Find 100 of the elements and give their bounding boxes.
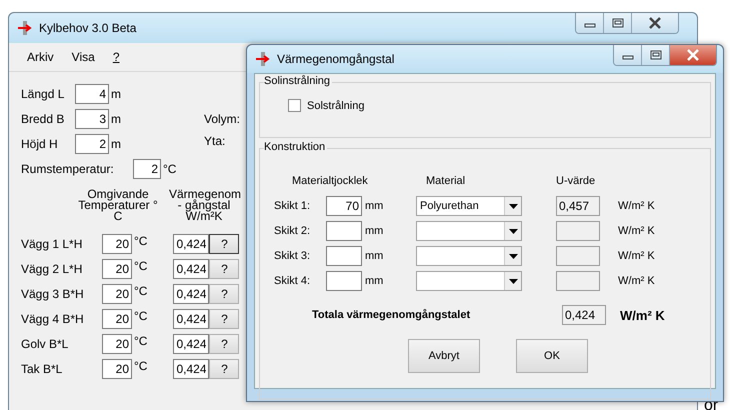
input-field[interactable]: 0,424: [173, 334, 210, 354]
output-field[interactable]: 0,457: [556, 196, 600, 216]
unit-label: °C: [134, 284, 148, 298]
checkbox-label: Solstrålning: [307, 100, 364, 112]
input-field[interactable]: 0,424: [173, 284, 210, 304]
field-label: Bredd B: [21, 112, 66, 126]
layer-label: Skikt 3:: [274, 250, 312, 262]
input-field[interactable]: 3: [75, 109, 109, 129]
help-button[interactable]: ?: [209, 284, 240, 304]
input-field[interactable]: [326, 271, 362, 291]
close-icon: [648, 17, 662, 29]
close-icon: [686, 49, 700, 61]
input-field[interactable]: 20: [102, 309, 132, 329]
minimize-button[interactable]: [576, 13, 604, 33]
unit-label: m: [111, 87, 121, 101]
input-field[interactable]: 20: [102, 234, 132, 254]
window-title: Värmegenomgångstal: [277, 52, 394, 66]
output-field[interactable]: [556, 246, 600, 266]
menu-item[interactable]: Arkiv: [27, 50, 54, 64]
maximize-button[interactable]: [642, 45, 670, 65]
unit-label: °C: [134, 234, 148, 248]
output-field[interactable]: 0,424: [562, 305, 606, 325]
unit-label: W/m² K: [617, 200, 656, 212]
column-header: Material: [425, 175, 466, 187]
dialog-button[interactable]: Avbryt: [408, 339, 480, 373]
layer-label: Skikt 4:: [274, 275, 312, 287]
surface-label: Vägg 3 B*H: [21, 287, 85, 301]
column-header: Värmegenom - gångstal W/m²K: [169, 189, 239, 222]
field-label: Rumstemperatur:: [21, 162, 115, 176]
unit-label: mm: [364, 225, 384, 237]
unit-label: m: [111, 112, 121, 126]
input-field[interactable]: 20: [102, 284, 132, 304]
output-field[interactable]: [556, 221, 600, 241]
help-button[interactable]: ?: [209, 234, 240, 254]
input-field[interactable]: 2: [133, 159, 161, 179]
unit-label: °C: [134, 334, 148, 348]
column-header: Omgivande Temperaturer ° C: [77, 189, 159, 222]
help-button[interactable]: ?: [209, 309, 240, 329]
group-title: Solinstrålning: [264, 75, 332, 87]
input-field[interactable]: 0,424: [173, 234, 210, 254]
material-dropdown[interactable]: [416, 221, 522, 241]
input-field[interactable]: 20: [102, 259, 132, 279]
unit-label: mm: [364, 275, 384, 287]
window-title: Kylbehov 3.0 Beta: [39, 21, 136, 35]
unit-label: °C: [163, 162, 176, 176]
input-field[interactable]: 2: [75, 134, 109, 154]
surface-label: Tak B*L: [21, 362, 64, 376]
caret-icon: [508, 254, 518, 258]
column-header: U-värde: [556, 175, 596, 187]
maximize-icon: [612, 18, 624, 28]
unit-label: W/m² K: [617, 225, 656, 237]
checkbox[interactable]: [288, 99, 301, 112]
unit-label: W/m² K: [617, 250, 656, 262]
app-icon: [255, 51, 271, 67]
result-label: Volym:: [204, 112, 240, 126]
surface-label: Vägg 1 L*H: [21, 237, 84, 251]
minimize-button[interactable]: [614, 45, 642, 65]
column-header: Materialtjocklek: [291, 175, 369, 187]
help-button[interactable]: ?: [209, 359, 240, 379]
input-field[interactable]: 70: [326, 196, 362, 216]
material-dropdown[interactable]: [416, 246, 522, 266]
unit-label: mm: [364, 200, 384, 212]
material-dropdown[interactable]: [416, 271, 522, 291]
input-field[interactable]: 0,424: [173, 259, 210, 279]
layer-label: Skikt 1:: [274, 200, 312, 212]
unit-label: W/m² K: [617, 275, 656, 287]
total-label: Totala värmegenomgångstalet: [312, 309, 472, 321]
maximize-button[interactable]: [604, 13, 632, 33]
app-icon: [17, 20, 33, 36]
unit-label: °C: [134, 309, 148, 323]
close-button[interactable]: [632, 13, 678, 33]
input-field[interactable]: [326, 221, 362, 241]
input-field[interactable]: 20: [102, 334, 132, 354]
unit-label: m: [111, 137, 121, 151]
input-field[interactable]: 0,424: [173, 359, 210, 379]
caret-icon: [508, 278, 518, 284]
input-field[interactable]: [326, 246, 362, 266]
input-field[interactable]: 4: [75, 84, 109, 104]
material-dropdown[interactable]: Polyurethan: [416, 196, 522, 216]
unit-label: W/m² K: [620, 308, 665, 322]
unit-label: °C: [134, 259, 148, 273]
caret-icon: [508, 204, 518, 208]
menu-item[interactable]: ?: [112, 50, 120, 64]
output-field[interactable]: [556, 271, 600, 291]
menu-item[interactable]: Visa: [72, 50, 95, 64]
field-label: Höjd H: [21, 137, 59, 151]
help-button[interactable]: ?: [209, 259, 240, 279]
close-button[interactable]: [670, 45, 716, 65]
unit-label: °C: [134, 359, 148, 373]
group-title: Konstruktion: [264, 141, 328, 153]
unit-label: mm: [364, 250, 384, 262]
maximize-icon: [650, 50, 662, 60]
input-field[interactable]: 20: [102, 359, 132, 379]
result-label: Yta:: [204, 134, 226, 148]
dialog-button[interactable]: OK: [516, 339, 588, 373]
surface-label: Vägg 2 L*H: [21, 262, 84, 276]
surface-label: Golv B*L: [21, 337, 70, 351]
input-field[interactable]: 0,424: [173, 309, 210, 329]
help-button[interactable]: ?: [209, 334, 240, 354]
layer-label: Skikt 2:: [274, 225, 312, 237]
